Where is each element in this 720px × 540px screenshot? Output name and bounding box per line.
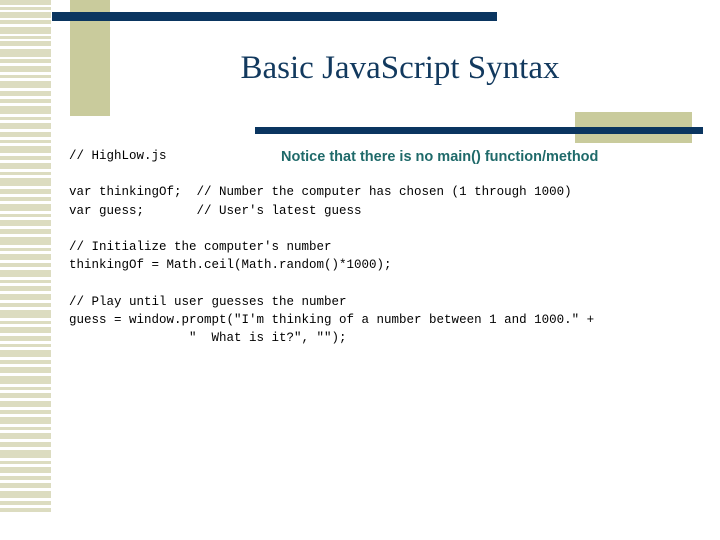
stripe-51 <box>0 410 51 414</box>
stripe-4 <box>0 27 51 34</box>
stripe-32 <box>0 254 51 260</box>
code-line: " What is it?", ""); <box>69 331 347 346</box>
stripe-29 <box>0 229 51 234</box>
stripe-55 <box>0 442 51 447</box>
stripe-63 <box>0 508 51 512</box>
stripe-53 <box>0 427 51 430</box>
stripe-19 <box>0 146 51 153</box>
stripe-2 <box>0 12 51 18</box>
stripe-26 <box>0 204 51 211</box>
stripe-9 <box>0 66 51 72</box>
stripe-12 <box>0 91 51 96</box>
stripe-25 <box>0 197 51 201</box>
code-line: var thinkingOf; // Number the computer h… <box>69 185 572 200</box>
stripe-38 <box>0 303 51 307</box>
stripe-59 <box>0 476 51 480</box>
code-line: var guess; // User's latest guess <box>69 203 362 218</box>
stripe-35 <box>0 280 51 283</box>
stripe-37 <box>0 294 51 300</box>
code-line: // HighLow.js <box>69 149 167 163</box>
stripe-5 <box>0 36 51 39</box>
stripe-54 <box>0 433 51 439</box>
decorative-navy-bar-top <box>52 12 497 21</box>
decorative-navy-bar-lower <box>255 127 703 134</box>
stripe-21 <box>0 163 51 169</box>
code-line: thinkingOf = Math.ceil(Math.random()*100… <box>69 258 392 273</box>
stripe-3 <box>0 20 51 24</box>
stripe-39 <box>0 310 51 318</box>
stripe-48 <box>0 387 51 390</box>
slide-title: Basic JavaScript Syntax <box>240 50 560 86</box>
stripe-30 <box>0 237 51 245</box>
slide-canvas: Basic JavaScript Syntax Notice that ther… <box>0 0 720 540</box>
stripe-62 <box>0 501 51 505</box>
stripe-40 <box>0 321 51 324</box>
stripe-20 <box>0 156 51 160</box>
stripe-7 <box>0 49 51 57</box>
stripe-56 <box>0 450 51 458</box>
stripe-36 <box>0 286 51 291</box>
stripe-18 <box>0 140 51 143</box>
stripe-41 <box>0 327 51 333</box>
code-block: // HighLow.js var thinkingOf; // Number … <box>69 147 594 347</box>
stripe-60 <box>0 483 51 488</box>
stripe-28 <box>0 220 51 226</box>
stripe-31 <box>0 248 51 251</box>
stripe-0 <box>0 0 51 5</box>
stripe-27 <box>0 214 51 217</box>
decorative-stripe-band <box>0 0 51 512</box>
stripe-47 <box>0 376 51 384</box>
stripe-34 <box>0 270 51 277</box>
stripe-61 <box>0 491 51 498</box>
stripe-46 <box>0 367 51 373</box>
stripe-45 <box>0 360 51 364</box>
stripe-16 <box>0 123 51 129</box>
stripe-22 <box>0 172 51 175</box>
stripe-14 <box>0 106 51 114</box>
stripe-15 <box>0 117 51 120</box>
stripe-44 <box>0 350 51 357</box>
stripe-10 <box>0 75 51 78</box>
stripe-57 <box>0 461 51 464</box>
stripe-43 <box>0 344 51 347</box>
stripe-17 <box>0 132 51 137</box>
code-line: guess = window.prompt("I'm thinking of a… <box>69 312 595 327</box>
stripe-42 <box>0 336 51 341</box>
stripe-13 <box>0 99 51 103</box>
stripe-58 <box>0 467 51 473</box>
stripe-6 <box>0 41 51 46</box>
stripe-33 <box>0 263 51 267</box>
code-line: // Initialize the computer's number <box>69 240 332 255</box>
stripe-11 <box>0 81 51 88</box>
stripe-52 <box>0 417 51 424</box>
stripe-49 <box>0 393 51 398</box>
stripe-8 <box>0 59 51 63</box>
stripe-1 <box>0 7 51 10</box>
stripe-23 <box>0 178 51 186</box>
stripe-50 <box>0 401 51 407</box>
code-line: // Play until user guesses the number <box>69 294 347 309</box>
stripe-24 <box>0 189 51 194</box>
